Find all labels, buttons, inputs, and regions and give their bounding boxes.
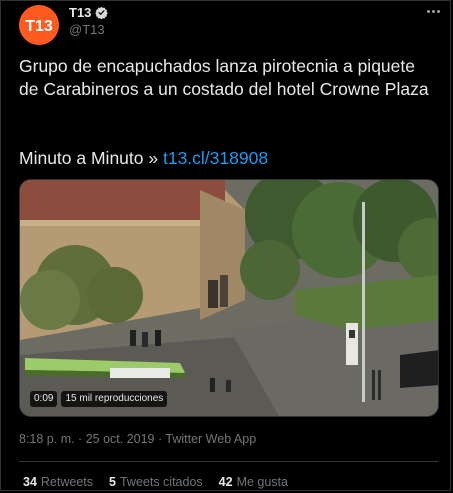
retweets-label: Retweets	[40, 475, 94, 489]
display-name[interactable]: T13	[69, 5, 91, 20]
video-duration: 0:09	[30, 391, 58, 407]
avatar[interactable]: T13	[19, 5, 59, 45]
t13-logo-icon: T13	[19, 5, 59, 45]
link-prefix: Minuto a Minuto »	[19, 148, 159, 168]
video-player[interactable]: 0:09 15 mil reproducciones	[19, 179, 439, 417]
tweet-link[interactable]: t13.cl/318908	[163, 148, 268, 168]
video-thumbnail	[20, 180, 438, 416]
tweet-text: Grupo de encapuchados lanza pirotecnia a…	[19, 56, 429, 99]
author-name-line[interactable]: T13	[69, 4, 109, 20]
video-views: 15 mil reproducciones	[61, 391, 168, 407]
likes-count: 42	[218, 475, 233, 489]
more-options-icon[interactable]	[422, 3, 444, 19]
likes-label: Me gusta	[236, 475, 288, 489]
quotes-label: Tweets citados	[119, 475, 203, 489]
retweets-count: 34	[23, 475, 37, 489]
tweet-timestamp[interactable]: 8:18 p. m. · 25 oct. 2019 · Twitter Web …	[19, 432, 256, 446]
quote-tweets-stat[interactable]: 5 Tweets citados	[109, 475, 203, 489]
quotes-count: 5	[109, 475, 116, 489]
likes-stat[interactable]: 42 Me gusta	[219, 475, 288, 489]
svg-text:T13: T13	[25, 18, 53, 35]
divider	[19, 461, 439, 462]
video-badges: 0:09 15 mil reproducciones	[30, 391, 168, 407]
tweet-link-line: Minuto a Minuto » t13.cl/318908	[19, 147, 268, 170]
tweet-stats: 34 Retweets 5 Tweets citados 42 Me gusta	[23, 475, 288, 489]
tweet-card: T13 T13 @T13 Grupo de encapuchados lanza…	[0, 0, 451, 491]
retweets-stat[interactable]: 34 Retweets	[23, 475, 93, 489]
user-handle[interactable]: @T13	[69, 22, 105, 37]
verified-badge-icon	[95, 6, 109, 19]
